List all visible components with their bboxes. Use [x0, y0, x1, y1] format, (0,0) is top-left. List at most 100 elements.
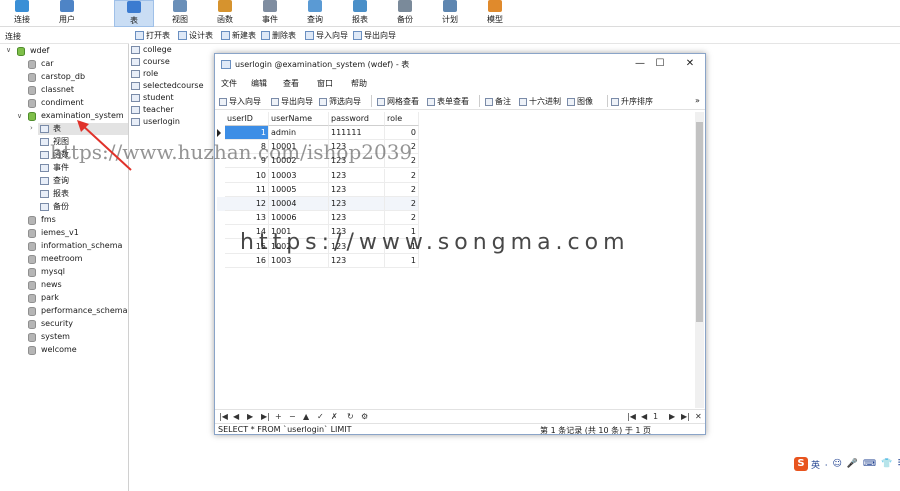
- table-cell[interactable]: 123: [329, 168, 385, 183]
- object-toolbar-button[interactable]: 打开表: [135, 30, 170, 41]
- tree-database[interactable]: park: [28, 292, 59, 304]
- table-row[interactable]: 13 10006 123 2: [217, 211, 419, 226]
- table-cell[interactable]: 11: [225, 182, 269, 197]
- window-toolbar-button[interactable]: 筛选向导: [319, 96, 361, 107]
- ime-item[interactable]: 👕: [881, 459, 892, 469]
- column-header[interactable]: role: [385, 112, 419, 126]
- tree-database[interactable]: iemes_v1: [28, 227, 79, 239]
- tree-database[interactable]: fms: [28, 214, 56, 226]
- toolbar-schedule-button[interactable]: 计划: [430, 0, 470, 27]
- window-toolbar-button[interactable]: 网格查看: [377, 96, 419, 107]
- record-nav-button[interactable]: ⚙: [361, 412, 368, 421]
- menu-item[interactable]: 查看: [283, 78, 299, 89]
- toolbar-backup-button[interactable]: 备份: [385, 0, 425, 27]
- table-list-item[interactable]: course: [131, 56, 170, 68]
- toolbar-model-button[interactable]: 模型: [475, 0, 515, 27]
- ime-item[interactable]: 🎤: [847, 459, 858, 469]
- chevron-down-icon[interactable]: ∨: [6, 46, 11, 54]
- table-list-item[interactable]: student: [131, 92, 174, 104]
- object-toolbar-button[interactable]: 设计表: [178, 30, 213, 41]
- table-cell[interactable]: 10005: [269, 182, 329, 197]
- table-cell[interactable]: 13: [225, 211, 269, 226]
- tree-database[interactable]: car: [28, 58, 54, 70]
- connection-tree[interactable]: ∨ wdef car carstop_db classnet condiment ∨ exam…: [0, 44, 129, 491]
- maximize-button[interactable]: ☐: [653, 58, 667, 69]
- toolbar-connection-button[interactable]: 连接: [2, 0, 42, 27]
- ime-toolbar[interactable]: S 英⸱☺🎤⌨👕⠿: [794, 456, 900, 472]
- record-nav-button[interactable]: −: [289, 412, 296, 421]
- record-nav-button[interactable]: ◀: [233, 412, 239, 421]
- page-nav-button[interactable]: ✕: [695, 412, 702, 421]
- tree-database[interactable]: condiment: [28, 97, 84, 109]
- ime-item[interactable]: ⌨: [863, 459, 876, 469]
- toolbar-query-button[interactable]: 查询: [295, 0, 335, 27]
- tree-database[interactable]: classnet: [28, 84, 74, 96]
- table-list-item[interactable]: role: [131, 68, 158, 80]
- tree-database[interactable]: security: [28, 318, 73, 330]
- window-toolbar-button[interactable]: 导出向导: [271, 96, 313, 107]
- table-cell[interactable]: 123: [329, 211, 385, 226]
- table-cell[interactable]: 16: [225, 253, 269, 268]
- object-toolbar-button[interactable]: 删除表: [261, 30, 296, 41]
- table-list-item[interactable]: selectedcourse: [131, 80, 204, 92]
- tree-object-folder[interactable]: 查询: [40, 175, 69, 187]
- ime-item[interactable]: ⸱: [825, 458, 827, 471]
- table-cell[interactable]: 2: [385, 197, 419, 211]
- table-row[interactable]: 16 1003 123 1: [217, 253, 419, 268]
- table-cell[interactable]: 123: [329, 182, 385, 197]
- table-cell[interactable]: 1: [385, 253, 419, 268]
- tree-connection-root[interactable]: wdef: [17, 45, 49, 57]
- toolbar-overflow-icon[interactable]: »: [695, 96, 700, 105]
- table-cell[interactable]: 10004: [269, 197, 329, 211]
- toolbar-event-button[interactable]: 事件: [250, 0, 290, 27]
- page-nav-button[interactable]: ◀: [641, 412, 647, 421]
- table-cell[interactable]: 1: [225, 126, 269, 140]
- table-cell[interactable]: 2: [385, 182, 419, 197]
- record-nav-button[interactable]: ▶|: [261, 412, 270, 421]
- table-cell[interactable]: 10006: [269, 211, 329, 226]
- record-nav-button[interactable]: ✗: [331, 412, 338, 421]
- page-nav-button[interactable]: ▶: [669, 412, 675, 421]
- table-cell[interactable]: 111111: [329, 126, 385, 140]
- record-nav-button[interactable]: |◀: [219, 412, 228, 421]
- table-row[interactable]: 12 10004 123 2: [217, 197, 419, 211]
- window-titlebar[interactable]: userlogin @examination_system (wdef) - 表: [215, 54, 705, 74]
- vertical-scrollbar[interactable]: [695, 112, 704, 408]
- table-row[interactable]: 11 10005 123 2: [217, 182, 419, 197]
- page-number[interactable]: 1: [653, 412, 658, 421]
- record-nav-button[interactable]: +: [275, 412, 282, 421]
- sogou-logo-icon[interactable]: S: [794, 457, 808, 471]
- menu-item[interactable]: 编辑: [251, 78, 267, 89]
- menu-item[interactable]: 帮助: [351, 78, 367, 89]
- table-list-item[interactable]: college: [131, 44, 172, 56]
- record-nav-button[interactable]: ✓: [317, 412, 324, 421]
- page-nav-button[interactable]: |◀: [627, 412, 636, 421]
- tree-database[interactable]: information_schema: [28, 240, 122, 252]
- table-cell[interactable]: 123: [329, 197, 385, 211]
- table-cell[interactable]: 2: [385, 211, 419, 226]
- tree-database[interactable]: news: [28, 279, 62, 291]
- table-row[interactable]: 10 10003 123 2: [217, 168, 419, 183]
- toolbar-table-button[interactable]: 表: [114, 0, 154, 27]
- tree-database[interactable]: carstop_db: [28, 71, 85, 83]
- tree-database[interactable]: meetroom: [28, 253, 82, 265]
- close-button[interactable]: ✕: [683, 58, 697, 69]
- window-toolbar-button[interactable]: 图像: [567, 96, 593, 107]
- menu-item[interactable]: 文件: [221, 78, 237, 89]
- table-cell[interactable]: 123: [329, 253, 385, 268]
- minimize-button[interactable]: —: [633, 58, 647, 69]
- toolbar-user-button[interactable]: 用户: [47, 0, 87, 27]
- table-cell[interactable]: 0: [385, 126, 419, 140]
- table-cell[interactable]: 2: [385, 168, 419, 183]
- chevron-right-icon[interactable]: ›: [30, 124, 33, 132]
- column-header[interactable]: userName: [269, 112, 329, 126]
- tree-database[interactable]: welcome: [28, 344, 77, 356]
- table-list-item[interactable]: teacher: [131, 104, 174, 116]
- table-cell[interactable]: 10003: [269, 168, 329, 183]
- tree-object-folder[interactable]: 备份: [40, 201, 69, 213]
- tree-database[interactable]: performance_schema: [28, 305, 128, 317]
- menu-item[interactable]: 窗口: [317, 78, 333, 89]
- tree-object-folder[interactable]: 报表: [40, 188, 69, 200]
- toolbar-function-button[interactable]: 函数: [205, 0, 245, 27]
- toolbar-view-button[interactable]: 视图: [160, 0, 200, 27]
